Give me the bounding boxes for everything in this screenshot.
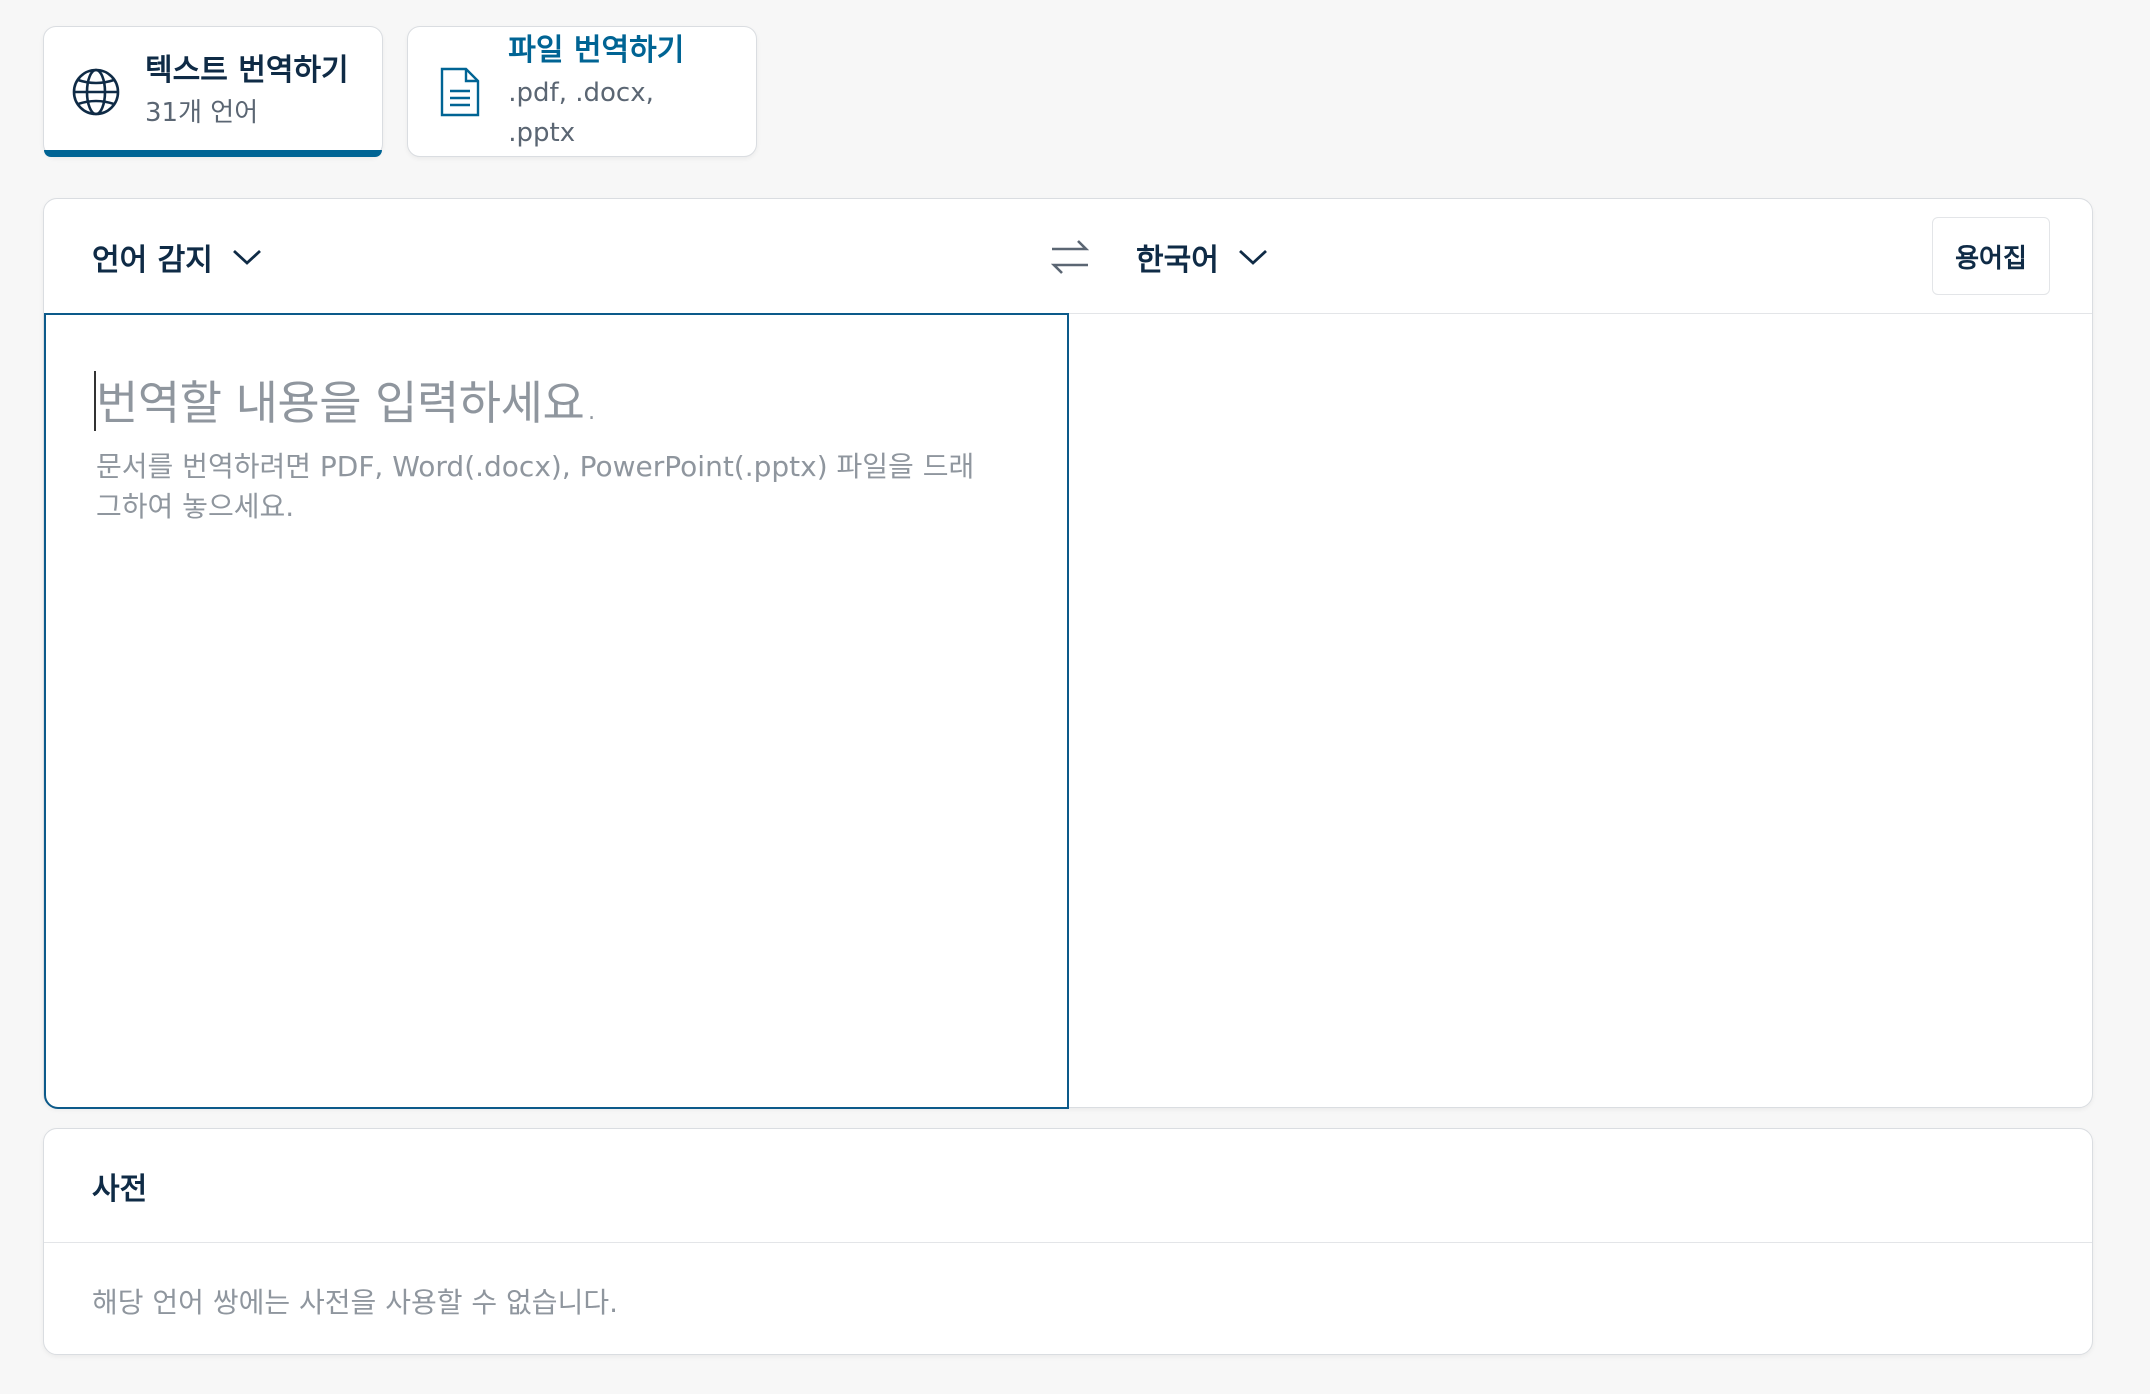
translator-panel: 언어 감지 한국어 용어집 번역할 내용을 입력하세요. 문서를 번역하려면 P… <box>43 198 2093 1109</box>
source-placeholder: 번역할 내용을 입력하세요. <box>96 376 599 430</box>
translation-mode-tabs: 텍스트 번역하기 31개 언어 파일 번역하기 .pdf, .docx, .pp… <box>43 26 757 157</box>
target-language-label: 한국어 <box>1136 242 1219 278</box>
tab-text-translation[interactable]: 텍스트 번역하기 31개 언어 <box>43 26 383 157</box>
source-language-select[interactable]: 언어 감지 <box>92 199 263 314</box>
tab-file-subtitle: .pdf, .docx, .pptx <box>508 77 654 148</box>
drag-drop-hint: 문서를 번역하려면 PDF, Word(.docx), PowerPoint(.… <box>96 450 975 523</box>
dictionary-panel: 사전 해당 언어 쌍에는 사전을 사용할 수 없습니다. <box>43 1128 2093 1355</box>
glossary-button[interactable]: 용어집 <box>1932 217 2050 295</box>
globe-icon <box>69 65 123 119</box>
source-text-input[interactable]: 번역할 내용을 입력하세요. 문서를 번역하려면 PDF, Word(.docx… <box>44 313 1069 1109</box>
tab-text-subtitle: 31개 언어 <box>145 97 259 128</box>
target-text-output <box>1069 313 2092 1109</box>
dictionary-title: 사전 <box>44 1129 2092 1243</box>
chevron-down-icon <box>232 249 261 265</box>
target-language-select[interactable]: 한국어 <box>1136 199 1269 314</box>
language-bar: 언어 감지 한국어 용어집 <box>44 199 2092 314</box>
swap-languages-button[interactable] <box>1042 229 1098 285</box>
swap-arrows-icon <box>1050 240 1090 274</box>
document-icon <box>433 65 486 119</box>
source-language-label: 언어 감지 <box>92 242 213 278</box>
dictionary-message: 해당 언어 쌍에는 사전을 사용할 수 없습니다. <box>92 1286 618 1319</box>
tab-file-translation[interactable]: 파일 번역하기 .pdf, .docx, .pptx <box>407 26 757 157</box>
tab-file-title: 파일 번역하기 <box>508 32 685 68</box>
tab-text-title: 텍스트 번역하기 <box>145 52 349 88</box>
chevron-down-icon <box>1238 249 1267 265</box>
